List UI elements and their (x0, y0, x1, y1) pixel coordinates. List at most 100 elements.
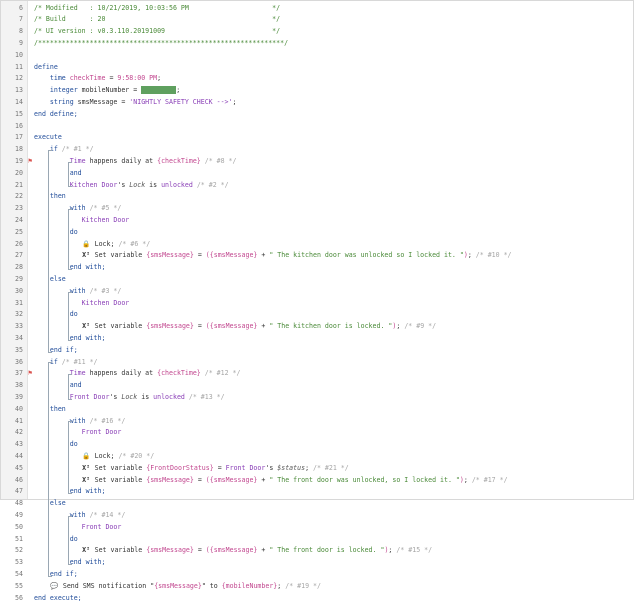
line-number: 12 (1, 73, 23, 85)
trigger-marker-icon: ⚑ (28, 156, 32, 168)
line-number: 11 (1, 62, 23, 74)
code-token: Lock (129, 181, 145, 189)
code-token: with (34, 417, 90, 425)
code-token: Front Door (82, 428, 122, 436)
code-line: 56end execute; (1, 593, 633, 604)
code-token: /* #19 */ (281, 582, 321, 590)
code-token: {smsMessage} (146, 251, 194, 259)
code-text: Xᴵ Set variable {FrontDoorStatus} = Fron… (34, 463, 349, 475)
line-number: 20 (1, 168, 23, 180)
code-line: 25 do (1, 227, 633, 239)
line-number: 30 (1, 286, 23, 298)
code-token: /* #15 */ (392, 546, 432, 554)
code-line: 22 then (1, 191, 633, 203)
code-token: ; (176, 86, 180, 94)
block-bracket (68, 162, 72, 188)
code-token (34, 322, 82, 330)
line-number: 17 (1, 132, 23, 144)
code-text: end if; (34, 345, 78, 357)
code-token: Set variable (91, 251, 147, 259)
code-token: end if; (34, 346, 78, 354)
code-token: + (257, 476, 269, 484)
line-number: 36 (1, 357, 23, 369)
code-token: define (34, 63, 58, 71)
code-token: Send SMS notification (59, 582, 150, 590)
code-line: 44 🔒 Lock; /* #20 */ (1, 451, 633, 463)
code-token: /* #9 */ (400, 322, 436, 330)
code-token: Set variable (91, 464, 147, 472)
code-token: ({smsMessage} (206, 546, 258, 554)
code-line: 29 else (1, 274, 633, 286)
code-line: 18 if /* #1 */ (1, 144, 633, 156)
code-text: Kitchen Door's Lock is unlocked /* #2 */ (34, 180, 229, 192)
line-number: 31 (1, 298, 23, 310)
line-number: 56 (1, 593, 23, 604)
code-text: if /* #1 */ (34, 144, 94, 156)
code-token (34, 523, 82, 531)
line-number: 22 (1, 191, 23, 203)
code-token: 'NIGHTLY SAFETY CHECK -->' (129, 98, 232, 106)
code-token: /* #16 */ (90, 417, 126, 425)
block-bracket (68, 421, 72, 494)
code-line: 16 (1, 121, 633, 133)
code-token: with (34, 287, 90, 295)
code-line: 30 with /* #3 */ (1, 286, 633, 298)
code-token: " The front door is locked. " (269, 546, 384, 554)
code-token: /***************************************… (34, 39, 288, 47)
lock-icon: 🔒 (82, 451, 91, 463)
code-token: /* #1 */ (62, 145, 94, 153)
line-number: 54 (1, 569, 23, 581)
code-token: Kitchen Door (82, 216, 130, 224)
line-number: 49 (1, 510, 23, 522)
code-token: Set variable (91, 546, 147, 554)
line-number: 37 (1, 368, 23, 380)
code-text: end if; (34, 569, 78, 581)
code-line: 10 (1, 50, 633, 62)
code-token: ({smsMessage} (206, 251, 258, 259)
line-number: 52 (1, 545, 23, 557)
block-bracket (48, 150, 52, 353)
line-number: 8 (1, 26, 23, 38)
code-text: Time happens daily at {checkTime} /* #12… (34, 368, 240, 380)
code-line: 38 and (1, 380, 633, 392)
code-token (34, 428, 82, 436)
code-line: 40 then (1, 404, 633, 416)
code-token: is (145, 181, 161, 189)
code-token: ; (157, 74, 161, 82)
code-line: 47 end with; (1, 486, 633, 498)
code-token: Lock (121, 393, 137, 401)
line-number: 44 (1, 451, 23, 463)
code-line: 34 end with; (1, 333, 633, 345)
code-token: " The front door was unlocked, so I lock… (269, 476, 460, 484)
code-line: 53 end with; (1, 557, 633, 569)
code-line: 36 if /* #11 */ (1, 357, 633, 369)
code-line: 27 Xᴵ Set variable {smsMessage} = ({smsM… (1, 250, 633, 262)
code-token: /* #12 */ (201, 369, 241, 377)
line-number: 25 (1, 227, 23, 239)
code-line: 9/**************************************… (1, 38, 633, 50)
code-token: time (34, 74, 70, 82)
line-number: 42 (1, 427, 23, 439)
code-token (34, 251, 82, 259)
code-text: Xᴵ Set variable {smsMessage} = ({smsMess… (34, 475, 508, 487)
code-token: Lock; (91, 452, 115, 460)
line-number: 35 (1, 345, 23, 357)
code-token (34, 216, 82, 224)
line-number: 39 (1, 392, 23, 404)
code-line: 13 integer mobileNumber = ; (1, 85, 633, 97)
code-token: Lock; (91, 240, 115, 248)
code-token: Time (70, 157, 86, 165)
code-token: = (194, 251, 206, 259)
variable-icon: Xᴵ (82, 475, 91, 487)
code-line: 26 🔒 Lock; /* #6 */ (1, 239, 633, 251)
code-token: Set variable (91, 322, 147, 330)
code-editor: 6/* Modified : 10/21/2019, 10:03:56 PM *… (0, 0, 634, 500)
block-bracket (48, 362, 52, 576)
code-text: string smsMessage = 'NIGHTLY SAFETY CHEC… (34, 97, 236, 109)
line-number: 38 (1, 380, 23, 392)
code-token: + (257, 546, 269, 554)
line-number: 7 (1, 14, 23, 26)
code-token (34, 452, 82, 460)
line-number: 47 (1, 486, 23, 498)
code-line: 45 Xᴵ Set variable {FrontDoorStatus} = F… (1, 463, 633, 475)
